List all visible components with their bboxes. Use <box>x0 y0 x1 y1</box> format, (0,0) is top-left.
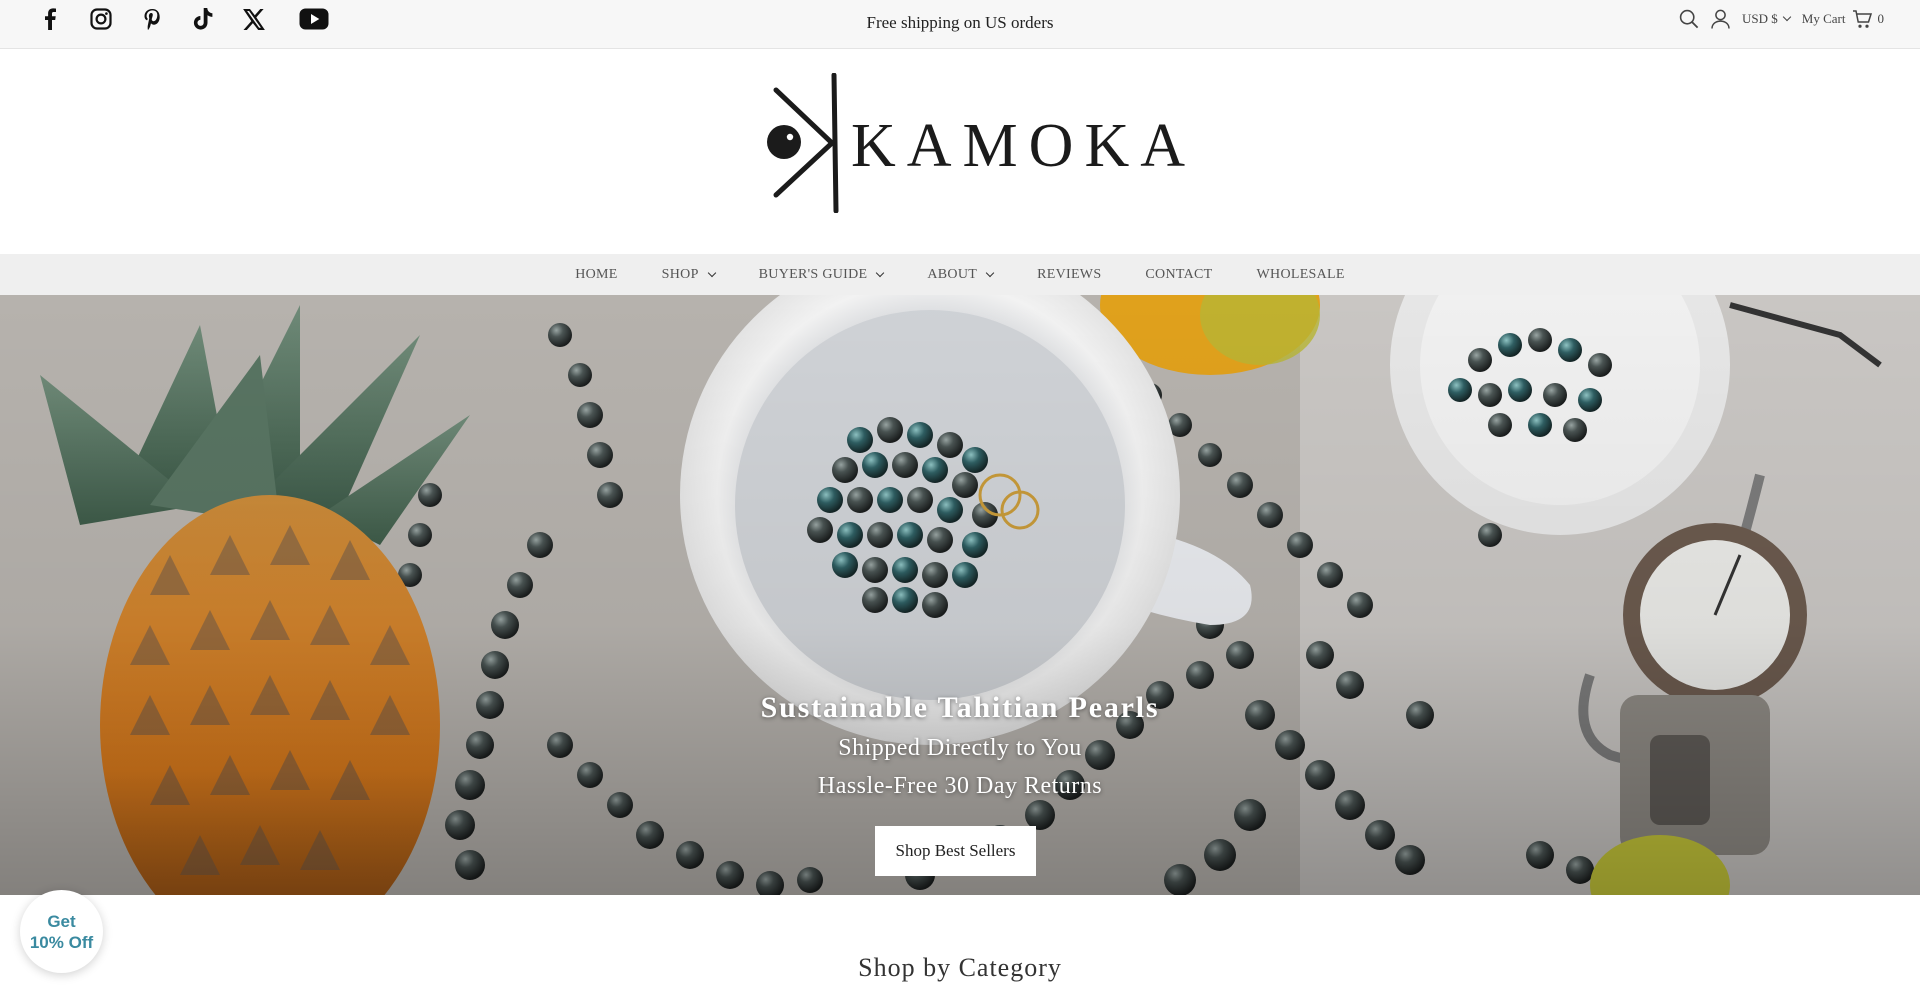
nav-item-wholesale[interactable]: WHOLESALE <box>1257 267 1345 283</box>
nav-item-label: SHOP <box>661 266 699 282</box>
nav-item-label: HOME <box>575 266 618 282</box>
shop-best-sellers-button[interactable]: Shop Best Sellers <box>875 826 1036 876</box>
chevron-down-icon <box>985 268 995 277</box>
chevron-down-icon <box>1782 12 1792 22</box>
nav-item-about[interactable]: ABOUT <box>927 266 995 283</box>
logo-mark <box>767 73 839 213</box>
nav-item-label: REVIEWS <box>1037 266 1102 282</box>
currency-label: USD $ <box>1742 11 1778 26</box>
hero-overlay <box>0 295 1920 895</box>
nav-item-shop[interactable]: SHOP <box>661 266 716 283</box>
nav-item-reviews[interactable]: REVIEWS <box>1037 267 1101 283</box>
nav-item-label: BUYER'S GUIDE <box>758 266 868 282</box>
discount-popup-button[interactable]: Get 10% Off <box>20 890 103 973</box>
account-icon[interactable] <box>1711 9 1730 29</box>
cart-label: My Cart <box>1801 11 1846 26</box>
currency-selector[interactable]: USD $ <box>1742 11 1792 27</box>
chevron-down-icon <box>707 268 716 277</box>
promo-line-2: 10% Off <box>29 932 94 952</box>
nav-item-home[interactable]: HOME <box>575 267 617 283</box>
cart-icon <box>1852 9 1872 28</box>
announcement-bar: Free shipping on US orders USD $ My Cart… <box>0 0 1920 49</box>
hero-subtitle-2: Hassle-Free 30 Day Returns <box>817 773 1103 799</box>
announcement-text: Free shipping on US orders <box>866 13 1054 32</box>
header-logo-area: KAMOKA <box>0 49 1920 254</box>
cart-link[interactable]: My Cart 0 <box>1801 9 1885 29</box>
chevron-down-icon <box>876 268 885 277</box>
header-utilities: USD $ My Cart 0 <box>1679 9 1884 29</box>
nav-item-buyers-guide[interactable]: BUYER'S GUIDE <box>758 266 885 283</box>
nav-item-contact[interactable]: CONTACT <box>1145 267 1212 283</box>
cart-count: 0 <box>1877 11 1885 26</box>
brand-name: KAMOKA <box>851 112 1196 180</box>
shop-by-category-title: Shop by Category <box>858 953 1062 982</box>
main-navigation: HOME SHOP BUYER'S GUIDE ABOUT REVIEWS CO… <box>0 254 1920 295</box>
promo-line-1: Get <box>47 911 76 931</box>
search-icon[interactable] <box>1679 9 1699 29</box>
hero-subtitle-1: Shipped Directly to You <box>838 735 1082 761</box>
hero-banner: Sustainable Tahitian Pearls Shipped Dire… <box>0 295 1920 895</box>
hero-title: Sustainable Tahitian Pearls <box>760 691 1160 724</box>
nav-item-label: ABOUT <box>927 266 978 282</box>
nav-item-label: CONTACT <box>1145 266 1213 282</box>
nav-item-label: WHOLESALE <box>1256 266 1345 282</box>
brand-logo[interactable]: KAMOKA <box>766 73 1185 213</box>
